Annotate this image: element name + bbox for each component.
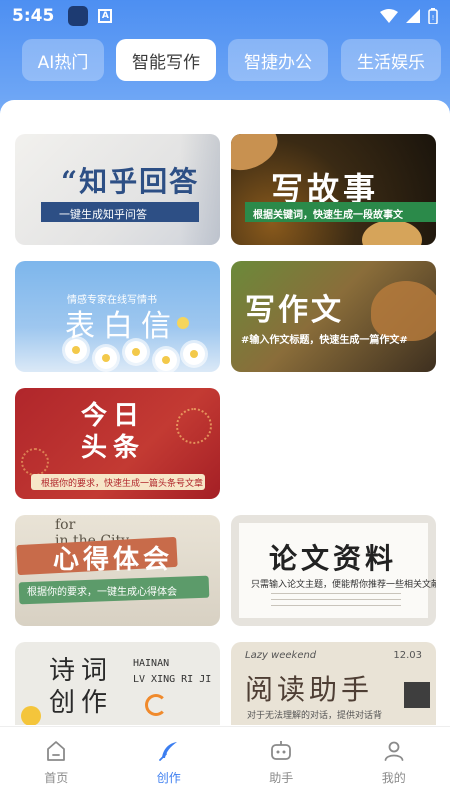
nav-label: 创作 [156,771,181,785]
nav-home[interactable]: 首页 [0,727,113,800]
text-line-decoration [271,599,401,600]
nav-profile[interactable]: 我的 [338,727,450,800]
card-reading-assistant[interactable]: Lazy weekend 12.03 阅读助手 对于无法理解的对话，提供对话背 [231,642,436,725]
card-title: 心得体会 [53,545,174,575]
card-subtitle: 一键生成知乎问答 [59,208,147,221]
daisy-icon [155,349,177,371]
card-title: 表白信 [65,309,179,344]
nav-label: 首页 [44,771,69,785]
card-toutiao[interactable]: 今日 头条 根据你的要求，快速生成一篇头条号文章 [15,388,220,499]
nav-label: 助手 [269,771,294,785]
tab-smart-office[interactable]: 智捷办公 [228,39,328,81]
card-subtitle: 根据关键词，快速生成一段故事文 [253,210,403,221]
card-love-letter[interactable]: 情感专家在线写情书 表白信 [15,261,220,372]
feather-icon [158,742,177,761]
card-subtitle: 根据你的要求，快速生成一篇头条号文章 [41,479,204,489]
nav-label: 我的 [381,771,406,785]
status-time: 5:45 [12,6,55,26]
nav-create[interactable]: 创作 [113,727,226,800]
status-bar: 5:45 A ! [0,0,450,32]
notification-letter-icon: A [98,9,113,23]
tab-life-entertainment[interactable]: 生活娱乐 [341,39,441,81]
card-write-story[interactable]: 写故事 根据关键词，快速生成一段故事文 [231,134,436,245]
daisy-icon [65,339,87,361]
svg-text:!: ! [432,14,435,22]
content-panel: “知乎回答 一键生成知乎问答 写故事 根据关键词，快速生成一段故事文 情感专家在… [0,100,450,725]
card-title: 写作文 [245,293,344,328]
card-thesis-materials[interactable]: 论文资料 只需输入论文主题，便能帮你推荐一些相关文献 [231,515,436,626]
card-subtitle: 对于无法理解的对话，提供对话背 [247,711,383,721]
card-title-line2: 头条 [81,433,146,463]
firework-decoration [21,448,49,476]
signal-icon [406,9,420,23]
battery-icon: ! [428,8,438,24]
cookie-decoration [362,220,422,245]
category-tabs: AI热门 智能写作 智捷办公 生活娱乐 [0,39,450,81]
card-title: 论文资料 [269,542,398,575]
card-english-left: Lazy weekend [245,650,317,661]
card-title-line1: 今日 [81,401,146,431]
card-title: “知乎回答 [61,165,200,198]
card-english-text: HAINAN LV XING RI JI [133,658,212,685]
card-title: 阅读助手 [245,673,374,706]
nav-assistant[interactable]: 助手 [225,727,338,800]
moon-decoration [177,317,189,329]
tab-smart-writing[interactable]: 智能写作 [116,39,216,81]
smiley-icon [21,706,41,725]
card-poetry-creation[interactable]: 诗词 创作 HAINAN LV XING RI JI [15,642,220,725]
card-write-essay[interactable]: 写作文 #输入作文标题，快速生成一篇作文# [231,261,436,372]
card-zhihu-answer[interactable]: “知乎回答 一键生成知乎问答 [15,134,220,245]
text-line-decoration [271,605,401,606]
card-subtitle: #输入作文标题，快速生成一篇作文# [241,335,408,346]
swirl-decoration [145,694,167,716]
firework-decoration [176,408,212,444]
app-notification-icon [68,6,89,26]
daisy-icon [95,347,117,369]
card-subtitle: 只需输入论文主题，便能帮你推荐一些相关文献 [251,580,436,590]
wifi-icon [380,9,398,23]
daisy-icon [125,341,147,363]
bottom-navigation: 首页 创作 助手 我的 [0,726,450,800]
daisy-icon [183,343,205,365]
card-english-right: 12.03 [393,650,422,661]
person-icon [384,741,404,761]
card-title-line2: 创作 [49,688,114,718]
tab-ai-hot[interactable]: AI热门 [22,39,104,81]
card-subtitle: 根据你的要求，一键生成心得体会 [27,587,177,598]
card-reflection[interactable]: for in the City start 心得体会 根据你的要求，一键生成心得… [15,515,220,626]
robot-icon [271,741,292,760]
text-line-decoration [271,593,401,594]
image-block-decoration [404,682,430,708]
home-icon [47,741,66,761]
